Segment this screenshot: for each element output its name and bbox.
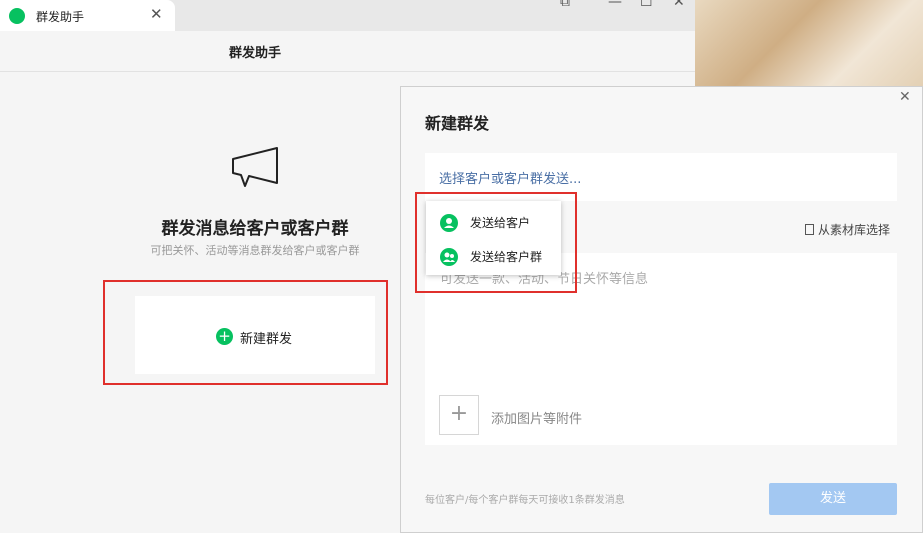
daily-limit-note: 每位客户/每个客户群每天可接收1条群发消息 bbox=[425, 495, 625, 506]
tab-bulk-assistant[interactable]: 群发助手 ✕ bbox=[0, 0, 175, 31]
modal-title: 新建群发 bbox=[425, 114, 490, 133]
material-library-link[interactable]: 从素材库选择 bbox=[805, 221, 890, 238]
tab-close-icon[interactable]: ✕ bbox=[150, 5, 163, 23]
add-attachment-button[interactable]: + bbox=[439, 395, 479, 435]
header-divider bbox=[0, 71, 695, 72]
window-close-icon[interactable]: ✕ bbox=[673, 0, 685, 10]
background-photo bbox=[695, 0, 923, 86]
page-title: 群发助手 bbox=[228, 46, 281, 61]
tab-title: 群发助手 bbox=[36, 10, 85, 24]
maximize-icon[interactable]: ☐ bbox=[640, 0, 653, 10]
recipient-select-placeholder[interactable]: 选择客户或客户群发送... bbox=[439, 168, 581, 187]
add-attachment-label: 添加图片等附件 bbox=[491, 412, 583, 427]
material-library-label: 从素材库选择 bbox=[818, 223, 891, 237]
pin-icon[interactable]: ⧉ bbox=[560, 0, 570, 10]
send-button[interactable]: 发送 bbox=[769, 483, 897, 515]
highlight-box-new-button bbox=[103, 280, 388, 385]
minimize-icon[interactable]: — bbox=[608, 0, 622, 10]
megaphone-icon bbox=[232, 147, 278, 187]
chat-bubble-icon bbox=[9, 8, 25, 24]
document-icon bbox=[805, 224, 814, 235]
modal-close-icon[interactable]: ✕ bbox=[899, 89, 911, 105]
highlight-box-dropdown bbox=[415, 192, 577, 293]
hero-title: 群发消息给客户或客户群 bbox=[161, 219, 349, 239]
hero-subtitle: 可把关怀、活动等消息群发给客户或客户群 bbox=[150, 244, 360, 257]
